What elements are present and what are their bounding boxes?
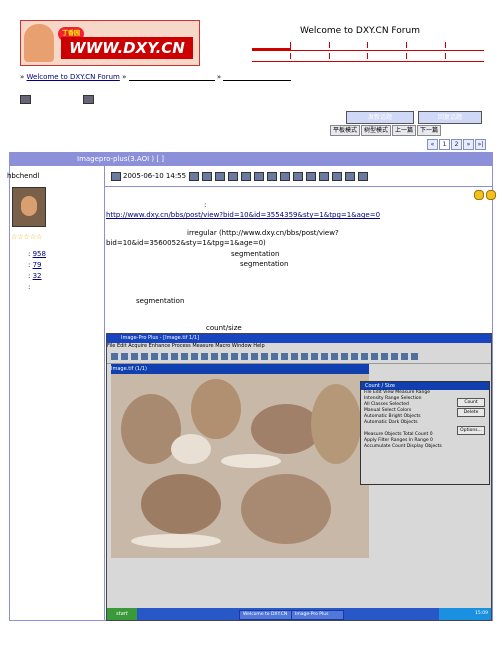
- taskbar-item[interactable]: Image-Pro Plus: [291, 610, 344, 620]
- post-link-1[interactable]: http://www.dxy.cn/bbs/post/view?bid=10&i…: [106, 211, 380, 219]
- bookmark-icon[interactable]: [332, 171, 343, 181]
- post-line-irregular: irregular (http://www.dxy.cn/bbs/post/vi…: [187, 229, 339, 237]
- delete-button[interactable]: Delete: [457, 408, 485, 417]
- search-icon[interactable]: [202, 171, 213, 181]
- edit-icon[interactable]: [254, 171, 265, 181]
- post-icon: [111, 171, 121, 181]
- author-name[interactable]: hbchendl: [7, 172, 39, 180]
- breadcrumb: » Welcome to DXY.CN Forum » »: [20, 73, 292, 81]
- emoticons: [474, 190, 497, 202]
- embedded-screenshot[interactable]: Image-Pro Plus - [Image.tif 1/1] File Ed…: [106, 333, 492, 621]
- post-segmentation-1: segmentation: [231, 250, 280, 258]
- view-mode-bar: 平板模式 树型模式 上一篇 下一篇: [330, 125, 442, 136]
- start-button[interactable]: start: [107, 608, 137, 620]
- post-divider: [104, 186, 493, 187]
- system-tray-clock: 15:09: [439, 608, 491, 620]
- post-date: 2005-06-10 14:55: [123, 172, 187, 180]
- pager: « 1 2 » »|: [427, 139, 487, 150]
- breadcrumb-board-link[interactable]: [128, 80, 215, 81]
- collect-icon[interactable]: [319, 171, 330, 181]
- email-icon[interactable]: [228, 171, 239, 181]
- thread-title: Imagepro-plus(3.AOI ) [ ]: [77, 155, 165, 163]
- print-tools: [20, 95, 95, 104]
- next-topic-button[interactable]: 下一篇: [417, 125, 442, 136]
- logo-wordmark: WWW.DXY.CN: [61, 37, 193, 59]
- homepage-icon[interactable]: [241, 171, 252, 181]
- breadcrumb-topic-link[interactable]: [223, 80, 292, 81]
- vote-icon[interactable]: [306, 171, 317, 181]
- tissue-image: [111, 374, 369, 558]
- count-button[interactable]: Count: [457, 398, 485, 407]
- nav-row-2[interactable]: [252, 53, 484, 62]
- post-countsize: count/size: [206, 324, 242, 332]
- count-size-dialog[interactable]: Count / Size File Edit View Measure Rang…: [360, 381, 490, 485]
- options-button[interactable]: Options...: [457, 426, 485, 435]
- print-icon[interactable]: [20, 95, 31, 104]
- prev-topic-button[interactable]: 上一篇: [392, 125, 417, 136]
- avatar: [12, 187, 46, 227]
- breadcrumb-arrow: »: [216, 73, 222, 81]
- flat-mode-button[interactable]: 平板模式: [330, 125, 361, 136]
- print-icon[interactable]: [358, 171, 369, 181]
- smiley-icon: [474, 190, 484, 200]
- stat-topics-link[interactable]: 32: [33, 272, 42, 280]
- breadcrumb-forum-link[interactable]: Welcome to DXY.CN Forum: [27, 73, 120, 81]
- stat-points: : 79: [28, 261, 42, 269]
- dialog-title: Count / Size: [361, 382, 489, 390]
- rank-stars: ☆☆☆☆☆: [11, 233, 43, 241]
- quote-icon[interactable]: [267, 171, 278, 181]
- smiley-icon: [486, 190, 497, 200]
- app-toolbar: [107, 351, 491, 364]
- stat-posts: : 958: [28, 250, 46, 258]
- stat-points-link[interactable]: 79: [33, 261, 42, 269]
- stat-extra: :: [28, 283, 31, 291]
- share-icon[interactable]: [345, 171, 356, 181]
- post-segmentation-3: segmentation: [136, 297, 185, 305]
- pager-first[interactable]: «: [427, 139, 438, 150]
- image-window-title: Image.tif (1/1): [111, 364, 369, 374]
- post-toolbar: 2005-06-10 14:55: [108, 170, 493, 182]
- tree-mode-button[interactable]: 树型模式: [361, 125, 392, 136]
- stat-topics: : 32: [28, 272, 42, 280]
- pager-page-2[interactable]: 2: [451, 139, 462, 150]
- message-icon[interactable]: [215, 171, 226, 181]
- new-topic-button[interactable]: 发新话题: [346, 111, 414, 124]
- pager-last[interactable]: »|: [475, 139, 486, 150]
- taskbar-item[interactable]: Welcome to DXY.CN: [239, 610, 292, 620]
- windows-taskbar: start Welcome to DXY.CN Image-Pro Plus 1…: [107, 608, 491, 620]
- app-menubar: File Edit Acquire Enhance Process Measur…: [107, 343, 491, 350]
- app-titlebar: Image-Pro Plus - [Image.tif 1/1]: [107, 334, 491, 343]
- pager-page-1[interactable]: 1: [439, 139, 450, 150]
- thread-title-bar: Imagepro-plus(3.AOI ) [ ]: [9, 152, 493, 166]
- welcome-text: Welcome to DXY.CN Forum: [300, 26, 420, 36]
- profile-icon[interactable]: [189, 171, 200, 181]
- breadcrumb-arrow: »: [122, 73, 127, 81]
- stat-posts-link[interactable]: 958: [33, 250, 46, 258]
- pager-next[interactable]: »: [463, 139, 474, 150]
- mascot-image: [24, 24, 54, 62]
- post-segmentation-2: segmentation: [240, 260, 289, 268]
- dialog-accumulate[interactable]: Accumulate Count Display Objects: [361, 444, 489, 450]
- top-nav-links[interactable]: [252, 42, 484, 64]
- post-colon: :: [204, 201, 207, 209]
- delete-icon[interactable]: [280, 171, 291, 181]
- reply-button[interactable]: 回复话题: [418, 111, 482, 124]
- post-line-bid: bid=10&id=3560052&sty=1&tpg=1&age=0): [106, 239, 266, 247]
- nav-row-1[interactable]: [252, 42, 484, 51]
- site-logo[interactable]: 丁香园 WWW.DXY.CN: [20, 20, 200, 66]
- report-icon[interactable]: [293, 171, 304, 181]
- breadcrumb-arrow: »: [20, 73, 25, 81]
- email-icon[interactable]: [83, 95, 95, 104]
